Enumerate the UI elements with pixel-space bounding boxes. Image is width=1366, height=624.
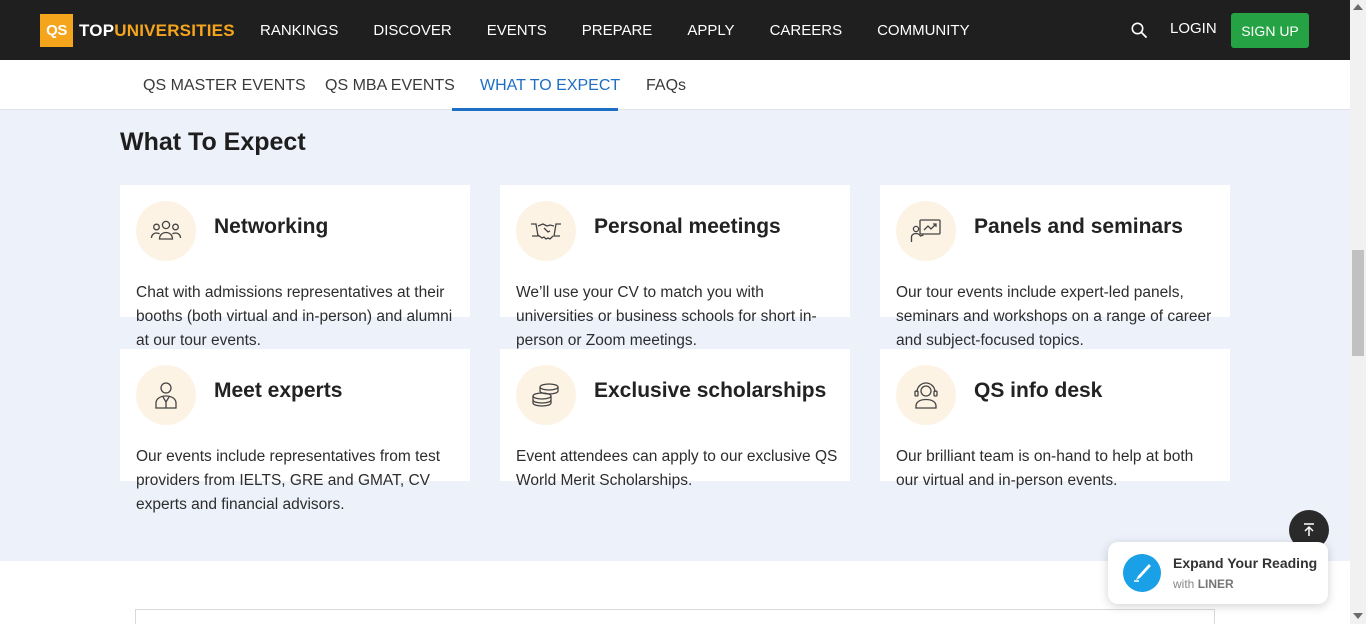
logo-wordmark: TOPUNIVERSITIES <box>79 21 235 41</box>
qs-logo-badge: QS <box>40 14 73 47</box>
scrollbar-thumb[interactable] <box>1352 250 1364 356</box>
feature-card-panels-seminars: Panels and seminars Our tour events incl… <box>880 185 1230 349</box>
card-title: Personal meetings <box>594 215 781 238</box>
feature-card-meet-experts: Meet experts Our events include represen… <box>120 349 470 513</box>
liner-expand-reading-widget[interactable]: Expand Your Reading with LINER <box>1108 542 1328 604</box>
liner-title: Expand Your Reading <box>1173 555 1318 571</box>
search-icon[interactable] <box>1131 22 1147 38</box>
arrow-up-icon <box>1304 523 1314 536</box>
tab-what-to-expect[interactable]: WHAT TO EXPECT <box>480 60 620 110</box>
headset-support-icon <box>896 365 956 425</box>
feature-card-exclusive-scholarships: Exclusive scholarships Event attendees c… <box>500 349 850 489</box>
nav-careers[interactable]: CAREERS <box>770 22 843 39</box>
card-description: Our tour events include expert-led panel… <box>896 284 1212 349</box>
liner-brand: LINER <box>1197 577 1234 591</box>
next-section-box <box>135 609 1215 624</box>
nav-apply[interactable]: APPLY <box>687 22 734 39</box>
login-link[interactable]: LOGIN <box>1170 20 1217 37</box>
nav-prepare[interactable]: PREPARE <box>582 22 653 39</box>
liner-logo-icon <box>1123 554 1161 592</box>
active-tab-indicator <box>452 108 618 111</box>
nav-rankings[interactable]: RANKINGS <box>260 22 338 39</box>
scroll-down-arrow-icon[interactable] <box>1353 613 1363 619</box>
logo-word-universities: UNIVERSITIES <box>114 20 235 40</box>
feature-card-personal-meetings: Personal meetings We’ll use your CV to m… <box>500 185 850 349</box>
feature-card-networking: Networking Chat with admissions represen… <box>120 185 470 349</box>
feature-card-qs-info-desk: QS info desk Our brilliant team is on-ha… <box>880 349 1230 489</box>
signup-button[interactable]: SIGN UP <box>1231 13 1309 48</box>
expert-person-icon <box>136 365 196 425</box>
section-title: What To Expect <box>120 128 306 156</box>
card-title: Panels and seminars <box>974 215 1183 238</box>
topuniversities-logo[interactable]: QS TOPUNIVERSITIES <box>40 14 235 47</box>
tab-qs-mba-events[interactable]: QS MBA EVENTS <box>325 60 455 110</box>
people-group-icon <box>136 201 196 261</box>
card-description: Event attendees can apply to our exclusi… <box>516 448 838 489</box>
card-description: Chat with admissions representatives at … <box>136 284 453 349</box>
card-title: Networking <box>214 215 329 238</box>
nav-community[interactable]: COMMUNITY <box>877 22 970 39</box>
card-description: Our events include representatives from … <box>136 448 441 513</box>
presentation-icon <box>896 201 956 261</box>
nav-events[interactable]: EVENTS <box>487 22 547 39</box>
logo-word-top: TOP <box>79 20 115 40</box>
tab-qs-master-events[interactable]: QS MASTER EVENTS <box>143 60 306 110</box>
card-title: QS info desk <box>974 379 1103 402</box>
events-subnav: QS MASTER EVENTS QS MBA EVENTS WHAT TO E… <box>0 60 1350 110</box>
liner-subtitle: with LINER <box>1173 577 1234 591</box>
liner-sub-prefix: with <box>1173 577 1195 591</box>
card-description: We’ll use your CV to match you with univ… <box>516 284 817 349</box>
tab-faqs[interactable]: FAQs <box>646 60 686 110</box>
nav-discover[interactable]: DISCOVER <box>373 22 451 39</box>
coins-stack-icon <box>516 365 576 425</box>
card-description: Our brilliant team is on-hand to help at… <box>896 448 1194 489</box>
main-nav: RANKINGS DISCOVER EVENTS PREPARE APPLY C… <box>260 0 1005 60</box>
scroll-up-arrow-icon[interactable] <box>1353 4 1363 10</box>
handshake-icon <box>516 201 576 261</box>
card-title: Meet experts <box>214 379 343 402</box>
card-title: Exclusive scholarships <box>594 379 827 402</box>
top-navbar: QS TOPUNIVERSITIES RANKINGS DISCOVER EVE… <box>0 0 1350 60</box>
